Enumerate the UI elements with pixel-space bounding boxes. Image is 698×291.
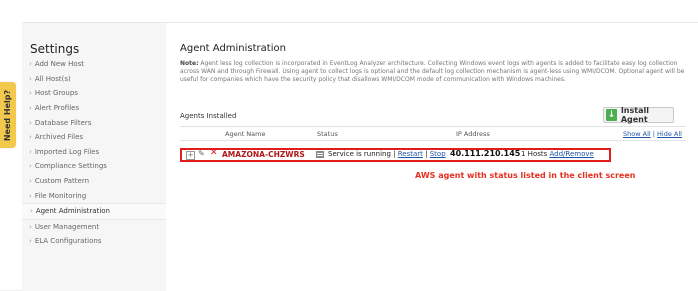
top-bar: [0, 0, 698, 22]
page-title: Agent Administration: [180, 43, 286, 54]
info-note: Note: Agent less log collection is incor…: [180, 60, 685, 84]
status-text: Service is running: [328, 150, 391, 158]
need-help-tab[interactable]: Need Help?: [0, 82, 16, 148]
chevron-right-icon: ›: [29, 191, 32, 200]
section-title: Agents Installed: [180, 112, 237, 120]
sidebar-item-all-hosts[interactable]: › All Host(s): [29, 72, 166, 87]
sidebar-title: Settings: [30, 42, 80, 56]
table-row: + ✎ ✕ AMAZONA-CHZWRS Service is running …: [184, 148, 609, 161]
expand-icon[interactable]: +: [186, 151, 195, 160]
sidebar-item-host-groups[interactable]: › Host Groups: [29, 86, 166, 101]
chevron-right-icon: ›: [29, 237, 32, 246]
column-ip-address: IP Address: [456, 130, 490, 138]
show-all-link[interactable]: Show All: [623, 130, 651, 138]
delete-icon[interactable]: ✕: [210, 148, 218, 158]
chevron-right-icon: ›: [29, 147, 32, 156]
main-panel: Agent Administration Note: Agent less lo…: [166, 22, 698, 291]
agent-name: AMAZONA-CHZWRS: [222, 150, 305, 159]
chevron-right-icon: ›: [29, 104, 32, 113]
chevron-right-icon: ›: [29, 162, 32, 171]
status-cell: Service is running | Restart | Stop: [328, 150, 446, 158]
sidebar-item-imported-log-files[interactable]: › Imported Log Files: [29, 145, 166, 160]
link-separator: |: [652, 130, 655, 138]
hide-all-link[interactable]: Hide All: [657, 130, 682, 138]
install-agent-button[interactable]: ↓ Install Agent: [603, 106, 674, 124]
sidebar-item-alert-profiles[interactable]: › Alert Profiles: [29, 101, 166, 116]
chevron-right-icon: ›: [29, 74, 32, 83]
sidebar-list: › Add New Host › All Host(s) › Host Groups …: [22, 57, 174, 249]
sidebar-item-user-management[interactable]: › User Management: [29, 220, 166, 235]
note-text: Agent less log collection is incorporate…: [180, 60, 685, 83]
hosts-cell: 1 Hosts Add/Remove: [521, 150, 594, 158]
service-status-icon: [316, 151, 324, 158]
chevron-right-icon: ›: [29, 222, 32, 231]
sidebar-item-add-new-host[interactable]: › Add New Host: [29, 57, 166, 72]
sidebar-item-database-filters[interactable]: › Database Filters: [29, 115, 166, 130]
stop-link[interactable]: Stop: [430, 150, 446, 158]
ip-address: 40.111.210.145: [450, 149, 521, 158]
sidebar-item-agent-administration[interactable]: › Agent Administration: [22, 202, 174, 220]
sidebar-item-label: Archived Files: [34, 133, 84, 142]
sidebar-item-label: All Host(s): [34, 74, 71, 83]
download-arrow-icon: ↓: [606, 109, 617, 121]
sidebar-item-archived-files[interactable]: › Archived Files: [29, 130, 166, 145]
column-status: Status: [317, 130, 338, 138]
column-agent-name: Agent Name: [225, 130, 266, 138]
sidebar-item-label: Host Groups: [34, 89, 78, 98]
sidebar-item-label: Compliance Settings: [34, 162, 107, 171]
edit-icon[interactable]: ✎: [198, 149, 205, 158]
sidebar-item-label: Database Filters: [34, 118, 92, 127]
chevron-right-icon: ›: [29, 118, 32, 127]
chevron-right-icon: ›: [29, 177, 32, 186]
sidebar-item-label: Add New Host: [34, 60, 85, 69]
sidebar-item-label: Custom Pattern: [34, 177, 90, 186]
chevron-right-icon: ›: [29, 60, 32, 69]
show-hide-links: Show All | Hide All: [623, 130, 682, 138]
chevron-right-icon: ›: [29, 89, 32, 98]
sidebar-item-label: Imported Log Files: [34, 147, 100, 156]
sidebar-item-label: Alert Profiles: [34, 104, 80, 113]
sidebar-item-custom-pattern[interactable]: › Custom Pattern: [29, 174, 166, 189]
install-agent-label: Install Agent: [620, 106, 649, 124]
sidebar-item-file-monitoring[interactable]: › File Monitoring: [29, 188, 166, 203]
table-header: Agent Name Status IP Address Show All | …: [180, 126, 686, 141]
sidebar-item-compliance-settings[interactable]: › Compliance Settings: [29, 159, 166, 174]
settings-sidebar: Settings › Add New Host › All Host(s) › Hos…: [22, 22, 174, 291]
sidebar-item-label: User Management: [34, 222, 100, 231]
sidebar-item-ela-configurations[interactable]: › ELA Configurations: [29, 234, 166, 249]
sidebar-item-label: ELA Configurations: [34, 237, 102, 246]
sidebar-item-label: File Monitoring: [34, 191, 87, 200]
restart-link[interactable]: Restart: [398, 150, 423, 158]
hosts-count: 1 Hosts: [521, 150, 548, 158]
chevron-right-icon: ›: [30, 207, 33, 216]
chevron-right-icon: ›: [29, 133, 32, 142]
annotation-text: AWS agent with status listed in the clie…: [415, 171, 636, 180]
note-label: Note:: [180, 60, 199, 67]
add-remove-link[interactable]: Add/Remove: [550, 150, 594, 158]
need-help-label: Need Help?: [3, 89, 13, 141]
sidebar-item-label: Agent Administration: [35, 207, 110, 216]
